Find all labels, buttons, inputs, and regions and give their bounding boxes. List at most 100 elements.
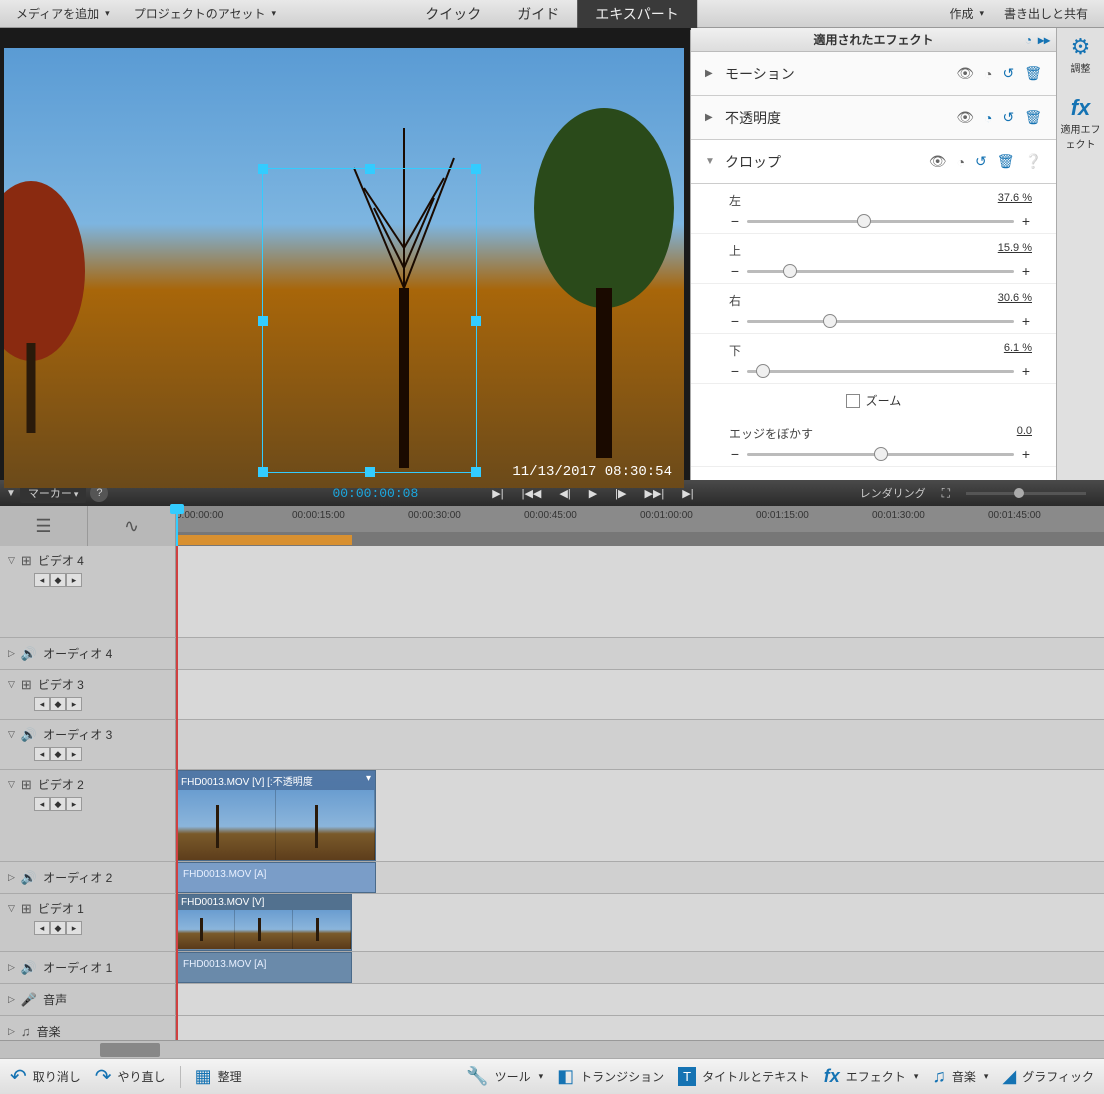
effect-opacity[interactable]: ▶ 不透明度 👁 ◔ ↺ 🗑 bbox=[691, 96, 1056, 140]
trash-icon[interactable]: 🗑 bbox=[997, 153, 1015, 170]
stopwatch-icon[interactable]: ◔ bbox=[957, 154, 965, 170]
expand-icon[interactable]: ▷ bbox=[8, 648, 15, 659]
effect-motion[interactable]: ▶ モーション 👁 ◔ ↺ 🗑 bbox=[691, 52, 1056, 96]
disclosure-icon[interactable]: ▶ bbox=[705, 68, 717, 79]
add-key-button[interactable]: ◆ bbox=[50, 573, 66, 587]
collapse-icon[interactable]: ▽ bbox=[8, 679, 15, 690]
reset-icon[interactable]: ↺ bbox=[1002, 65, 1014, 82]
zoom-checkbox[interactable] bbox=[846, 394, 860, 408]
next-key-button[interactable]: ▸ bbox=[66, 747, 82, 761]
crop-handle-bl[interactable] bbox=[258, 467, 268, 477]
increment-button[interactable]: + bbox=[1020, 363, 1032, 379]
tab-expert[interactable]: エキスパート bbox=[577, 0, 697, 30]
audio-view-button[interactable]: ∿ bbox=[88, 506, 176, 546]
prop-value[interactable]: 0.0 bbox=[1017, 425, 1032, 442]
clip-audio2[interactable]: FHD0013.MOV [A] bbox=[176, 862, 376, 893]
playhead[interactable] bbox=[176, 506, 178, 546]
music-menu[interactable]: ♫音楽 bbox=[932, 1066, 988, 1087]
clip-audio1[interactable]: FHD0013.MOV [A] bbox=[176, 952, 352, 983]
expand-icon[interactable]: ▷ bbox=[8, 994, 15, 1005]
chevron-down-icon[interactable]: ▼ bbox=[6, 488, 16, 499]
add-key-button[interactable]: ◆ bbox=[50, 921, 66, 935]
undo-button[interactable]: ↶取り消し bbox=[10, 1064, 81, 1089]
prop-value[interactable]: 15.9 % bbox=[998, 242, 1032, 259]
add-key-button[interactable]: ◆ bbox=[50, 697, 66, 711]
expand-icon[interactable]: ▷ bbox=[8, 872, 15, 883]
titles-button[interactable]: Tタイトルとテキスト bbox=[678, 1067, 810, 1086]
video-icon[interactable]: ⊞ bbox=[21, 777, 32, 793]
increment-button[interactable]: + bbox=[1020, 313, 1032, 329]
add-media-menu[interactable]: メディアを追加 bbox=[8, 1, 118, 26]
speaker-icon[interactable]: 🔊 bbox=[21, 960, 37, 976]
decrement-button[interactable]: − bbox=[729, 313, 741, 329]
crop-handle-br[interactable] bbox=[471, 467, 481, 477]
reset-icon[interactable]: ↺ bbox=[975, 153, 987, 170]
eye-icon[interactable]: 👁 bbox=[956, 65, 974, 82]
playhead-line[interactable] bbox=[176, 546, 178, 1040]
crop-handle-bm[interactable] bbox=[365, 467, 375, 477]
video-icon[interactable]: ⊞ bbox=[21, 901, 32, 917]
zoom-slider[interactable] bbox=[966, 492, 1086, 495]
tab-quick[interactable]: クイック bbox=[407, 0, 499, 30]
clip-video1[interactable]: FHD0013.MOV [V] bbox=[176, 894, 352, 951]
work-area-bar[interactable] bbox=[176, 535, 352, 545]
panel-menu-icon[interactable]: ▸▸ bbox=[1038, 33, 1050, 47]
trash-icon[interactable]: 🗑 bbox=[1024, 65, 1042, 82]
collapse-icon[interactable]: ▽ bbox=[8, 555, 15, 566]
clip-menu-icon[interactable]: ▾ bbox=[366, 773, 371, 788]
expand-icon[interactable]: ▷ bbox=[8, 962, 15, 973]
step-fwd-button[interactable]: |▶ bbox=[615, 487, 626, 500]
decrement-button[interactable]: − bbox=[729, 446, 741, 462]
next-key-button[interactable]: ▸ bbox=[66, 697, 82, 711]
project-assets-menu[interactable]: プロジェクトのアセット bbox=[126, 1, 284, 26]
collapse-icon[interactable]: ▽ bbox=[8, 729, 15, 740]
export-share[interactable]: 書き出しと共有 bbox=[996, 1, 1096, 26]
stopwatch-icon[interactable]: ◔ bbox=[984, 110, 992, 126]
crop-handle-tl[interactable] bbox=[258, 164, 268, 174]
music-icon[interactable]: ♫ bbox=[21, 1024, 31, 1039]
slider-edge[interactable] bbox=[747, 453, 1014, 456]
stopwatch-icon[interactable]: ◔ bbox=[1025, 33, 1032, 47]
ruler-scale[interactable]: 0:00:00:0000:00:15:0000:00:30:0000:00:45… bbox=[176, 506, 1104, 546]
speaker-icon[interactable]: 🔊 bbox=[21, 646, 37, 662]
zoom-thumb[interactable] bbox=[1014, 488, 1024, 498]
tools-menu[interactable]: 🔧ツール bbox=[466, 1066, 543, 1087]
disclosure-icon[interactable]: ▶ bbox=[705, 112, 717, 123]
crop-selection[interactable] bbox=[262, 168, 477, 473]
timeline-view-button[interactable]: ☰ bbox=[0, 506, 88, 546]
crop-handle-tm[interactable] bbox=[365, 164, 375, 174]
create-menu[interactable]: 作成 bbox=[941, 1, 992, 26]
play-button[interactable]: ▶ bbox=[589, 487, 597, 500]
prop-value[interactable]: 6.1 % bbox=[1004, 342, 1032, 359]
scrollbar-thumb[interactable] bbox=[100, 1043, 160, 1057]
speaker-icon[interactable]: 🔊 bbox=[21, 870, 37, 886]
prop-value[interactable]: 37.6 % bbox=[998, 192, 1032, 209]
collapse-icon[interactable]: ▽ bbox=[8, 779, 15, 790]
slider-left[interactable] bbox=[747, 220, 1014, 223]
slider-thumb[interactable] bbox=[823, 314, 837, 328]
slider-top[interactable] bbox=[747, 270, 1014, 273]
effect-crop[interactable]: ▼ クロップ 👁 ◔ ↺ 🗑 ❔ bbox=[691, 140, 1056, 184]
help-icon[interactable]: ❔ bbox=[1025, 153, 1042, 170]
goto-start-button[interactable]: ▶| bbox=[492, 487, 503, 500]
redo-button[interactable]: ↷やり直し bbox=[95, 1064, 166, 1089]
decrement-button[interactable]: − bbox=[729, 263, 741, 279]
preview-canvas[interactable]: 11/13/2017 08:30:54 bbox=[4, 48, 684, 488]
mic-icon[interactable]: 🎤 bbox=[21, 992, 37, 1008]
increment-button[interactable]: + bbox=[1020, 213, 1032, 229]
stopwatch-icon[interactable]: ◔ bbox=[984, 66, 992, 82]
eye-icon[interactable]: 👁 bbox=[956, 109, 974, 126]
step-back-button[interactable]: ◀| bbox=[559, 487, 570, 500]
fit-icon[interactable]: ⛶ bbox=[942, 486, 950, 501]
prev-key-button[interactable]: ◂ bbox=[34, 797, 50, 811]
prop-value[interactable]: 30.6 % bbox=[998, 292, 1032, 309]
next-key-button[interactable]: ▸ bbox=[66, 797, 82, 811]
decrement-button[interactable]: − bbox=[729, 213, 741, 229]
render-button[interactable]: レンダリング bbox=[860, 485, 926, 501]
clip-video2[interactable]: FHD0013.MOV [V] [:不透明度▾ bbox=[176, 770, 376, 861]
prev-key-button[interactable]: ◂ bbox=[34, 747, 50, 761]
timeline-scrollbar[interactable] bbox=[0, 1040, 1104, 1058]
slider-thumb[interactable] bbox=[874, 447, 888, 461]
slider-thumb[interactable] bbox=[756, 364, 770, 378]
trash-icon[interactable]: 🗑 bbox=[1024, 109, 1042, 126]
